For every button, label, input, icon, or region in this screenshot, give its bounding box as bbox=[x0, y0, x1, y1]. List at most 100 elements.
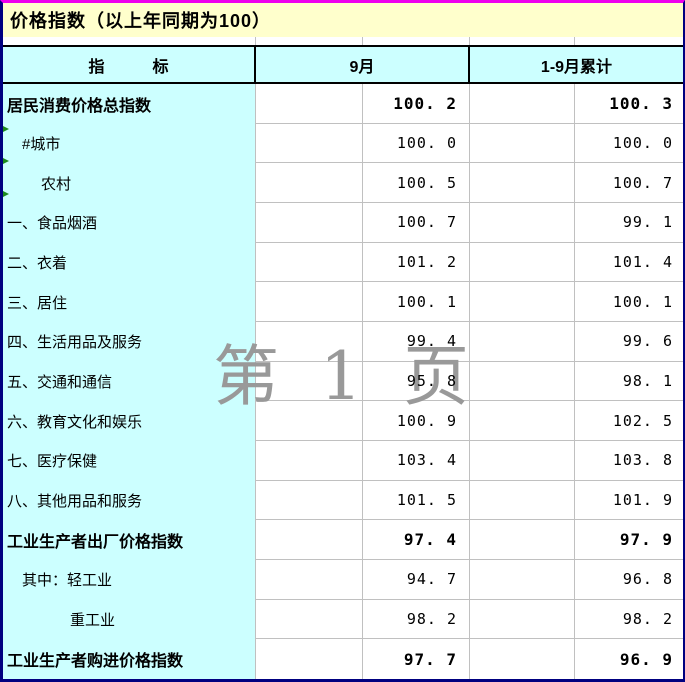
indicator-cell[interactable]: 一、食品烟酒 bbox=[3, 203, 256, 243]
empty-cell[interactable] bbox=[470, 124, 575, 164]
green-marker-icon bbox=[3, 158, 9, 164]
empty-cell[interactable] bbox=[470, 441, 575, 481]
empty-cell[interactable] bbox=[256, 84, 363, 124]
empty-cell[interactable] bbox=[470, 560, 575, 600]
cumulative-value: 98. 2 bbox=[623, 610, 673, 628]
indicator-label: 一、食品烟酒 bbox=[3, 212, 97, 233]
september-value-cell[interactable]: 95. 8 bbox=[363, 362, 470, 402]
september-value-cell[interactable]: 101. 5 bbox=[363, 481, 470, 521]
september-value-cell[interactable]: 94. 7 bbox=[363, 560, 470, 600]
september-value-cell[interactable]: 97. 4 bbox=[363, 520, 470, 560]
empty-cell[interactable] bbox=[470, 282, 575, 322]
september-value-cell[interactable]: 100. 2 bbox=[363, 84, 470, 124]
empty-cell[interactable] bbox=[256, 560, 363, 600]
september-value-cell[interactable]: 100. 7 bbox=[363, 203, 470, 243]
green-marker-icon bbox=[3, 126, 9, 132]
indicator-cell[interactable]: 工业生产者出厂价格指数 bbox=[3, 520, 256, 560]
indicator-cell[interactable]: 六、教育文化和娱乐 bbox=[3, 401, 256, 441]
empty-cell[interactable] bbox=[256, 362, 363, 402]
spacer-cell bbox=[256, 37, 363, 45]
empty-cell[interactable] bbox=[256, 401, 363, 441]
column-header-cumulative[interactable]: 1-9月累计 bbox=[470, 47, 683, 82]
september-value-cell[interactable]: 100. 0 bbox=[363, 124, 470, 164]
table-row: 居民消费价格总指数 100. 2 100. 3 bbox=[3, 84, 683, 124]
indicator-label: 八、其他用品和服务 bbox=[3, 490, 142, 511]
september-value-cell[interactable]: 100. 9 bbox=[363, 401, 470, 441]
september-value-cell[interactable]: 98. 2 bbox=[363, 600, 470, 640]
indicator-cell[interactable]: 重工业 bbox=[3, 600, 256, 640]
september-value-cell[interactable]: 97. 7 bbox=[363, 639, 470, 679]
cumulative-value-cell[interactable]: 97. 9 bbox=[575, 520, 683, 560]
september-value: 100. 5 bbox=[397, 174, 457, 192]
empty-cell[interactable] bbox=[256, 481, 363, 521]
cumulative-value: 97. 9 bbox=[620, 530, 673, 549]
empty-cell[interactable] bbox=[470, 322, 575, 362]
empty-cell[interactable] bbox=[256, 163, 363, 203]
column-header-september[interactable]: 9月 bbox=[256, 47, 470, 82]
empty-cell[interactable] bbox=[256, 124, 363, 164]
indicator-cell[interactable]: 八、其他用品和服务 bbox=[3, 481, 256, 521]
cumulative-value-cell[interactable]: 96. 9 bbox=[575, 639, 683, 679]
table-row: 其中：轻工业 94. 7 96. 8 bbox=[3, 560, 683, 600]
indicator-label: 工业生产者购进价格指数 bbox=[3, 647, 183, 671]
empty-cell[interactable] bbox=[470, 203, 575, 243]
empty-cell[interactable] bbox=[470, 84, 575, 124]
empty-cell[interactable] bbox=[256, 282, 363, 322]
september-value-cell[interactable]: 103. 4 bbox=[363, 441, 470, 481]
table-row: #城市 100. 0 100. 0 bbox=[3, 124, 683, 164]
empty-cell[interactable] bbox=[256, 322, 363, 362]
indicator-cell[interactable]: 工业生产者购进价格指数 bbox=[3, 639, 256, 679]
cumulative-value-cell[interactable]: 98. 2 bbox=[575, 600, 683, 640]
indicator-cell[interactable]: 三、居住 bbox=[3, 282, 256, 322]
empty-cell[interactable] bbox=[470, 362, 575, 402]
cumulative-value-cell[interactable]: 99. 1 bbox=[575, 203, 683, 243]
empty-cell[interactable] bbox=[470, 639, 575, 679]
empty-cell[interactable] bbox=[470, 401, 575, 441]
empty-cell[interactable] bbox=[256, 243, 363, 283]
column-header-indicator[interactable]: 指 标 bbox=[3, 47, 256, 82]
cumulative-value: 100. 0 bbox=[613, 134, 673, 152]
september-value: 98. 2 bbox=[407, 610, 457, 628]
cumulative-value-cell[interactable]: 96. 8 bbox=[575, 560, 683, 600]
cumulative-value-cell[interactable]: 100. 7 bbox=[575, 163, 683, 203]
empty-cell[interactable] bbox=[256, 203, 363, 243]
indicator-cell[interactable]: 五、交通和通信 bbox=[3, 362, 256, 402]
cumulative-value-cell[interactable]: 100. 0 bbox=[575, 124, 683, 164]
cumulative-value-cell[interactable]: 101. 9 bbox=[575, 481, 683, 521]
september-value: 99. 4 bbox=[407, 332, 457, 350]
table-row: 工业生产者购进价格指数 97. 7 96. 9 bbox=[3, 639, 683, 679]
indicator-label: 其中：轻工业 bbox=[3, 569, 112, 590]
cumulative-value-cell[interactable]: 99. 6 bbox=[575, 322, 683, 362]
cumulative-value: 100. 3 bbox=[609, 94, 673, 113]
empty-cell[interactable] bbox=[470, 481, 575, 521]
empty-cell[interactable] bbox=[470, 520, 575, 560]
september-value-cell[interactable]: 99. 4 bbox=[363, 322, 470, 362]
cumulative-value-cell[interactable]: 100. 3 bbox=[575, 84, 683, 124]
indicator-cell[interactable]: 二、衣着 bbox=[3, 243, 256, 283]
september-value-cell[interactable]: 100. 1 bbox=[363, 282, 470, 322]
table-row: 七、医疗保健 103. 4 103. 8 bbox=[3, 441, 683, 481]
empty-cell[interactable] bbox=[256, 639, 363, 679]
cumulative-value-cell[interactable]: 103. 8 bbox=[575, 441, 683, 481]
september-value-cell[interactable]: 100. 5 bbox=[363, 163, 470, 203]
empty-cell[interactable] bbox=[470, 600, 575, 640]
september-value: 100. 7 bbox=[397, 213, 457, 231]
empty-cell[interactable] bbox=[470, 243, 575, 283]
indicator-cell[interactable]: #城市 bbox=[3, 124, 256, 164]
indicator-cell[interactable]: 居民消费价格总指数 bbox=[3, 84, 256, 124]
empty-cell[interactable] bbox=[256, 520, 363, 560]
empty-cell[interactable] bbox=[256, 441, 363, 481]
empty-cell[interactable] bbox=[470, 163, 575, 203]
cumulative-value-cell[interactable]: 101. 4 bbox=[575, 243, 683, 283]
indicator-cell[interactable]: 四、生活用品及服务 bbox=[3, 322, 256, 362]
cumulative-value-cell[interactable]: 102. 5 bbox=[575, 401, 683, 441]
cumulative-value-cell[interactable]: 100. 1 bbox=[575, 282, 683, 322]
september-value-cell[interactable]: 101. 2 bbox=[363, 243, 470, 283]
cumulative-value: 98. 1 bbox=[623, 372, 673, 390]
indicator-cell[interactable]: 农村 bbox=[3, 163, 256, 203]
indicator-cell[interactable]: 其中：轻工业 bbox=[3, 560, 256, 600]
indicator-label: 农村 bbox=[3, 173, 71, 194]
empty-cell[interactable] bbox=[256, 600, 363, 640]
cumulative-value-cell[interactable]: 98. 1 bbox=[575, 362, 683, 402]
indicator-cell[interactable]: 七、医疗保健 bbox=[3, 441, 256, 481]
